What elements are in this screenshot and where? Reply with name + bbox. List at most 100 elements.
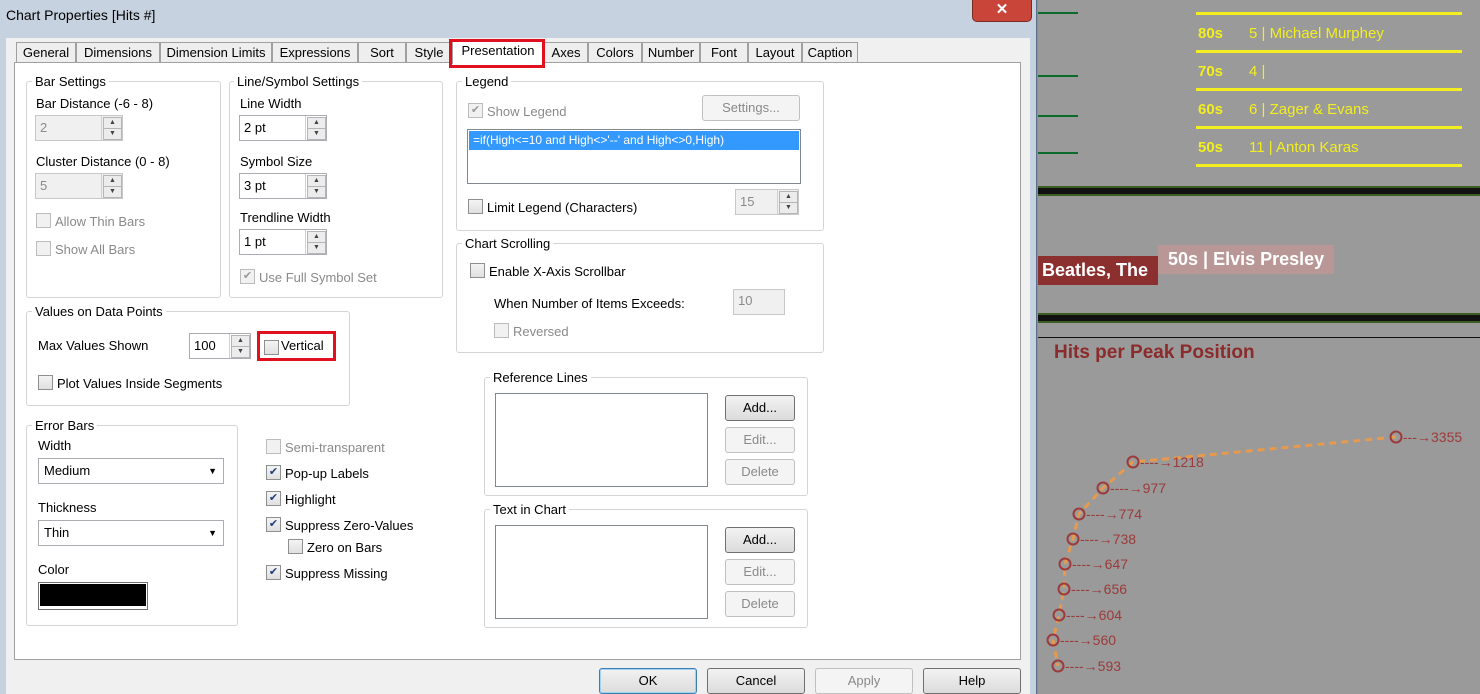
- svg-text:---→3355: ---→3355: [1403, 429, 1462, 445]
- legend-expression-item[interactable]: =if(High<=10 and High<>'--' and High<>0,…: [469, 131, 799, 150]
- spin-down-icon[interactable]: ▼: [307, 128, 326, 140]
- highlight-presentation-tab: [449, 39, 545, 68]
- max-values-label: Max Values Shown: [38, 338, 149, 353]
- spin-down-icon[interactable]: ▼: [103, 186, 122, 198]
- show-all-bars-label: Show All Bars: [55, 242, 136, 257]
- items-exceeds-label: When Number of Items Exceeds:: [494, 296, 685, 311]
- enable-scrollbar-label: Enable X-Axis Scrollbar: [489, 264, 626, 279]
- limit-legend-label: Limit Legend (Characters): [487, 200, 638, 215]
- error-thickness-label: Thickness: [38, 500, 97, 515]
- reference-delete-button[interactable]: Delete: [725, 459, 795, 485]
- apply-button[interactable]: Apply: [815, 668, 913, 694]
- tab-general[interactable]: General: [16, 42, 76, 63]
- show-legend-checkbox[interactable]: ✔: [468, 103, 483, 118]
- suppress-zero-checkbox[interactable]: ✔: [266, 517, 281, 532]
- help-button[interactable]: Help: [923, 668, 1021, 694]
- error-color-button[interactable]: [38, 582, 148, 610]
- trendline-width-stepper[interactable]: 1 pt ▲ ▼: [239, 229, 327, 255]
- bg-tag-left[interactable]: Beatles, The: [1038, 256, 1159, 285]
- ok-button[interactable]: OK: [599, 668, 697, 694]
- tab-caption[interactable]: Caption: [802, 42, 858, 63]
- use-full-symbol-set-label: Use Full Symbol Set: [259, 270, 377, 285]
- suppress-missing-checkbox[interactable]: ✔: [266, 565, 281, 580]
- bg-strip: [1038, 186, 1480, 196]
- limit-legend-checkbox[interactable]: [468, 199, 483, 214]
- items-exceeds-input[interactable]: 10: [733, 289, 785, 315]
- semi-transparent-label: Semi-transparent: [285, 440, 385, 455]
- highlight-label: Highlight: [285, 492, 336, 507]
- dropdown-arrow-icon: ▼: [208, 466, 217, 476]
- suppress-missing-label: Suppress Missing: [285, 566, 388, 581]
- plot-values-inside-checkbox[interactable]: [38, 375, 53, 390]
- legend-expression-list[interactable]: =if(High<=10 and High<>'--' and High<>0,…: [467, 129, 801, 184]
- allow-thin-bars-label: Allow Thin Bars: [55, 214, 146, 229]
- enable-scrollbar-checkbox[interactable]: [470, 263, 485, 278]
- tab-number[interactable]: Number: [642, 42, 700, 63]
- tab-style[interactable]: Style: [406, 42, 452, 63]
- tab-expressions[interactable]: Expressions: [272, 42, 358, 63]
- close-button[interactable]: ✕: [972, 0, 1032, 22]
- popup-labels-label: Pop-up Labels: [285, 466, 369, 481]
- text-add-button[interactable]: Add...: [725, 527, 795, 553]
- values-on-data-points-title: Values on Data Points: [32, 304, 166, 319]
- line-symbol-settings-title: Line/Symbol Settings: [234, 74, 363, 89]
- bg-rule: [1196, 50, 1462, 53]
- highlight-checkbox[interactable]: ✔: [266, 491, 281, 506]
- error-width-select[interactable]: Medium ▼: [38, 458, 224, 484]
- cluster-distance-stepper[interactable]: 5 ▲ ▼: [35, 173, 123, 199]
- tab-sort[interactable]: Sort: [358, 42, 406, 63]
- allow-thin-bars-checkbox[interactable]: [36, 213, 51, 228]
- text-delete-button[interactable]: Delete: [725, 591, 795, 617]
- spin-down-icon[interactable]: ▼: [307, 186, 326, 198]
- reference-lines-list[interactable]: [495, 393, 708, 487]
- tab-layout[interactable]: Layout: [748, 42, 802, 63]
- text-in-chart-title: Text in Chart: [490, 502, 569, 517]
- svg-text:----→647: ----→647: [1072, 556, 1128, 572]
- max-values-stepper[interactable]: 100 ▲ ▼: [189, 333, 251, 359]
- text-in-chart-list[interactable]: [495, 525, 708, 619]
- title-bar[interactable]: Chart Properties [Hits #] ✕: [0, 0, 1036, 30]
- plot-values-inside-label: Plot Values Inside Segments: [57, 376, 223, 391]
- spin-down-icon[interactable]: ▼: [307, 242, 326, 254]
- error-width-label: Width: [38, 438, 72, 453]
- reference-edit-button[interactable]: Edit...: [725, 427, 795, 453]
- zero-on-bars-checkbox[interactable]: [288, 539, 303, 554]
- error-color-swatch: [40, 584, 146, 606]
- spin-down-icon[interactable]: ▼: [103, 128, 122, 140]
- line-width-stepper[interactable]: 2 pt ▲ ▼: [239, 115, 327, 141]
- tab-dimensions[interactable]: Dimensions: [76, 42, 160, 63]
- error-thickness-select[interactable]: Thin ▼: [38, 520, 224, 546]
- bar-distance-stepper[interactable]: 2 ▲ ▼: [35, 115, 123, 141]
- text-edit-button[interactable]: Edit...: [725, 559, 795, 585]
- bg-tag-right[interactable]: 50s | Elvis Presley: [1158, 245, 1335, 274]
- bg-strip: [1038, 313, 1480, 323]
- dropdown-arrow-icon: ▼: [208, 528, 217, 538]
- tab-dimension-limits[interactable]: Dimension Limits: [160, 42, 272, 63]
- spin-down-icon[interactable]: ▼: [779, 202, 798, 214]
- tab-font[interactable]: Font: [700, 42, 748, 63]
- semi-transparent-checkbox[interactable]: [266, 439, 281, 454]
- symbol-size-label: Symbol Size: [240, 154, 313, 169]
- popup-labels-checkbox[interactable]: ✔: [266, 465, 281, 480]
- bg-row: 70s 4 |: [1198, 63, 1266, 80]
- bar-distance-label: Bar Distance (-6 - 8): [36, 96, 154, 111]
- line-width-value: 2 pt: [244, 120, 266, 135]
- reversed-checkbox[interactable]: [494, 323, 509, 338]
- use-full-symbol-set-checkbox[interactable]: ✔: [240, 269, 255, 284]
- reference-add-button[interactable]: Add...: [725, 395, 795, 421]
- cancel-button[interactable]: Cancel: [707, 668, 805, 694]
- limit-legend-stepper[interactable]: 15 ▲ ▼: [735, 189, 799, 215]
- tab-axes[interactable]: Axes: [544, 42, 588, 63]
- reference-lines-title: Reference Lines: [490, 370, 591, 385]
- trendline-width-label: Trendline Width: [240, 210, 331, 225]
- bg-divider: [1038, 115, 1078, 117]
- spin-down-icon[interactable]: ▼: [231, 346, 250, 358]
- symbol-size-value: 3 pt: [244, 178, 266, 193]
- legend-settings-button[interactable]: Settings...: [702, 95, 800, 121]
- cluster-distance-label: Cluster Distance (0 - 8): [36, 154, 170, 169]
- tab-colors[interactable]: Colors: [588, 42, 642, 63]
- bar-distance-value: 2: [40, 120, 48, 135]
- bg-row: 50s 11 | Anton Karas: [1198, 139, 1359, 156]
- show-all-bars-checkbox[interactable]: [36, 241, 51, 256]
- symbol-size-stepper[interactable]: 3 pt ▲ ▼: [239, 173, 327, 199]
